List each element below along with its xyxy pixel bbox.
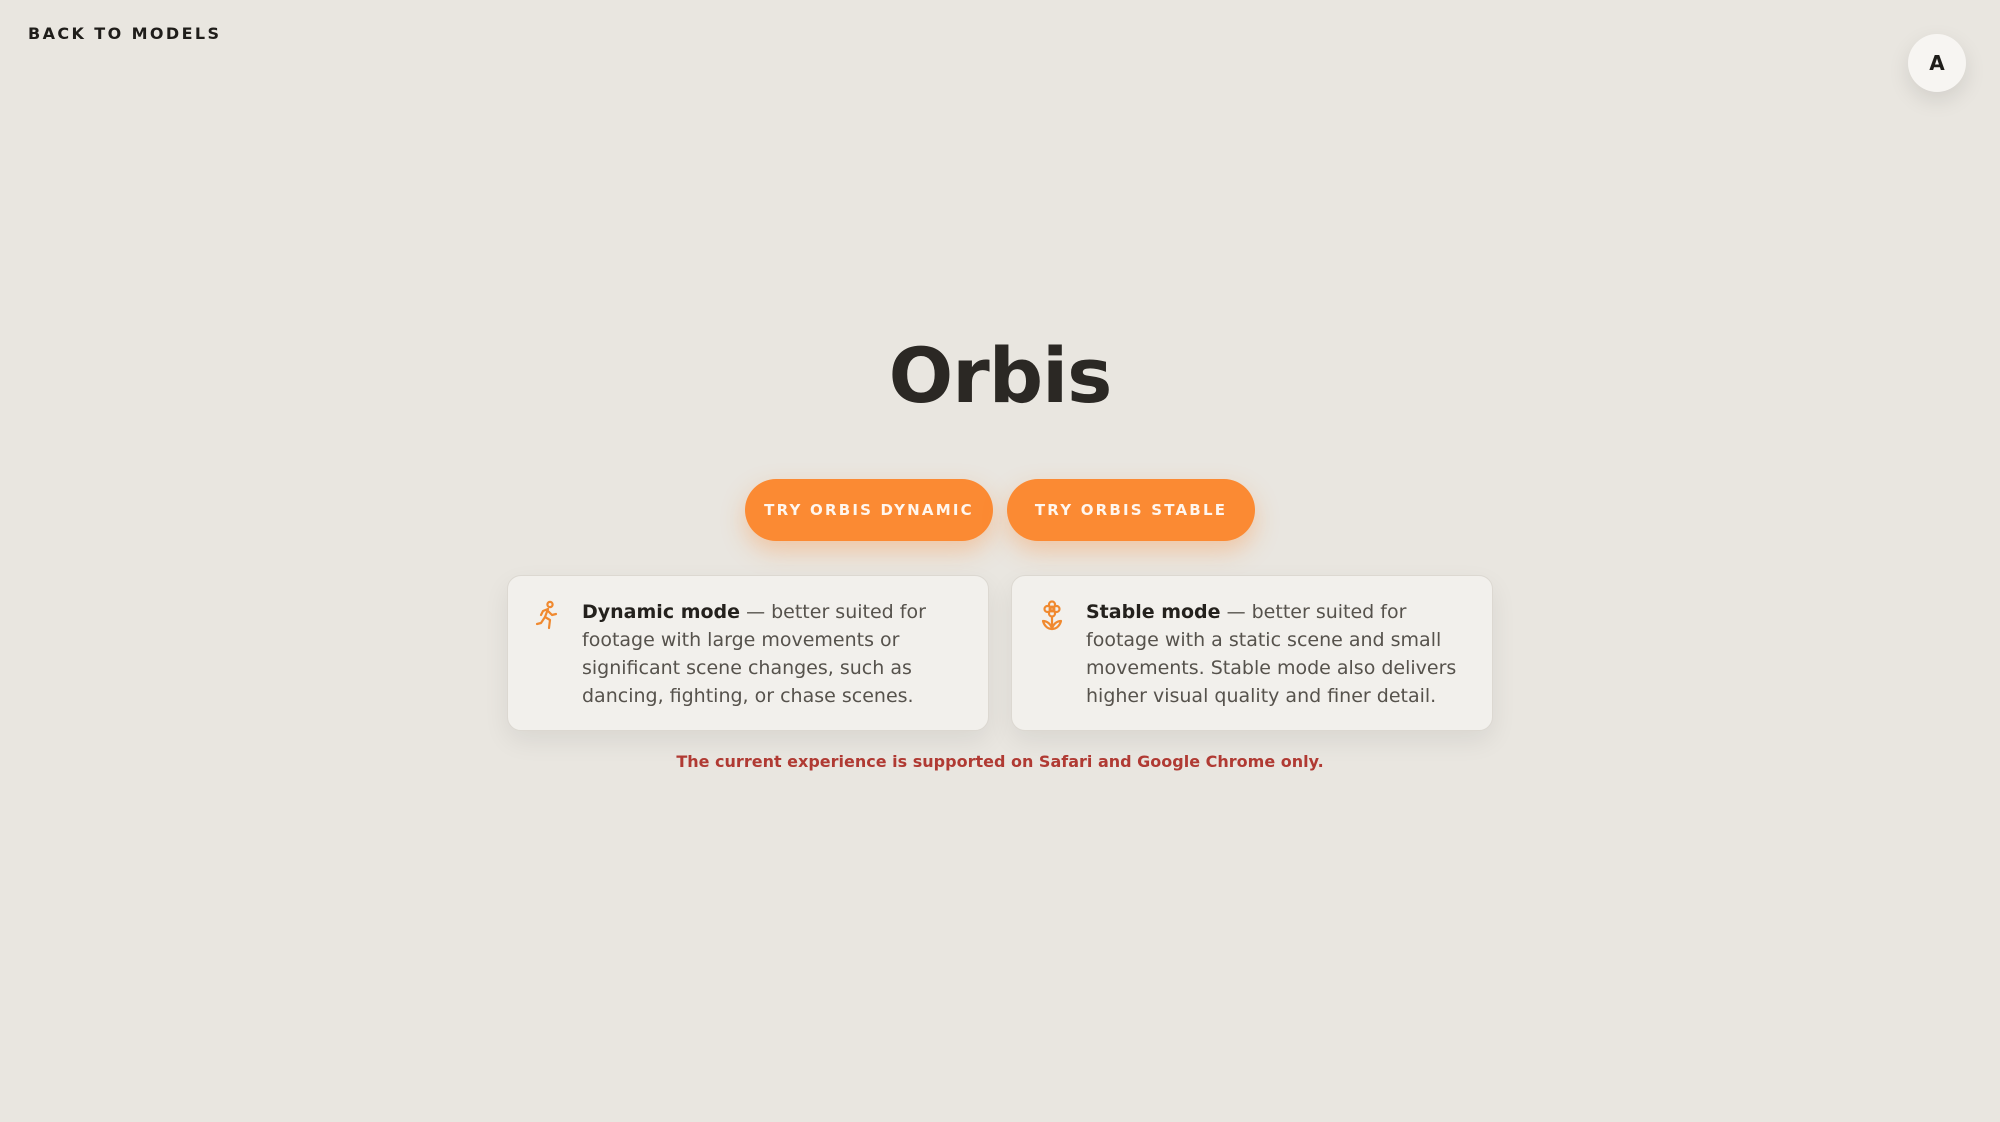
dynamic-mode-card: Dynamic mode — better suited for footage…: [507, 575, 989, 731]
dynamic-mode-name: Dynamic mode: [582, 601, 741, 623]
browser-support-notice: The current experience is supported on S…: [676, 752, 1324, 771]
dynamic-mode-description: Dynamic mode — better suited for footage…: [582, 598, 958, 710]
running-person-icon: [535, 600, 558, 630]
stable-mode-card: Stable mode — better suited for footage …: [1011, 575, 1493, 731]
user-avatar[interactable]: A: [1908, 34, 1966, 92]
stable-mode-name: Stable mode: [1086, 601, 1221, 623]
avatar-initial: A: [1929, 51, 1945, 75]
action-buttons: TRY ORBIS DYNAMIC TRY ORBIS STABLE: [0, 479, 2000, 541]
stable-mode-description: Stable mode — better suited for footage …: [1086, 598, 1462, 710]
back-to-models-link[interactable]: BACK TO MODELS: [28, 24, 221, 43]
flower-icon: [1041, 600, 1063, 631]
try-orbis-dynamic-button[interactable]: TRY ORBIS DYNAMIC: [745, 479, 993, 541]
page-title: Orbis: [888, 331, 1113, 420]
try-orbis-stable-button[interactable]: TRY ORBIS STABLE: [1007, 479, 1255, 541]
